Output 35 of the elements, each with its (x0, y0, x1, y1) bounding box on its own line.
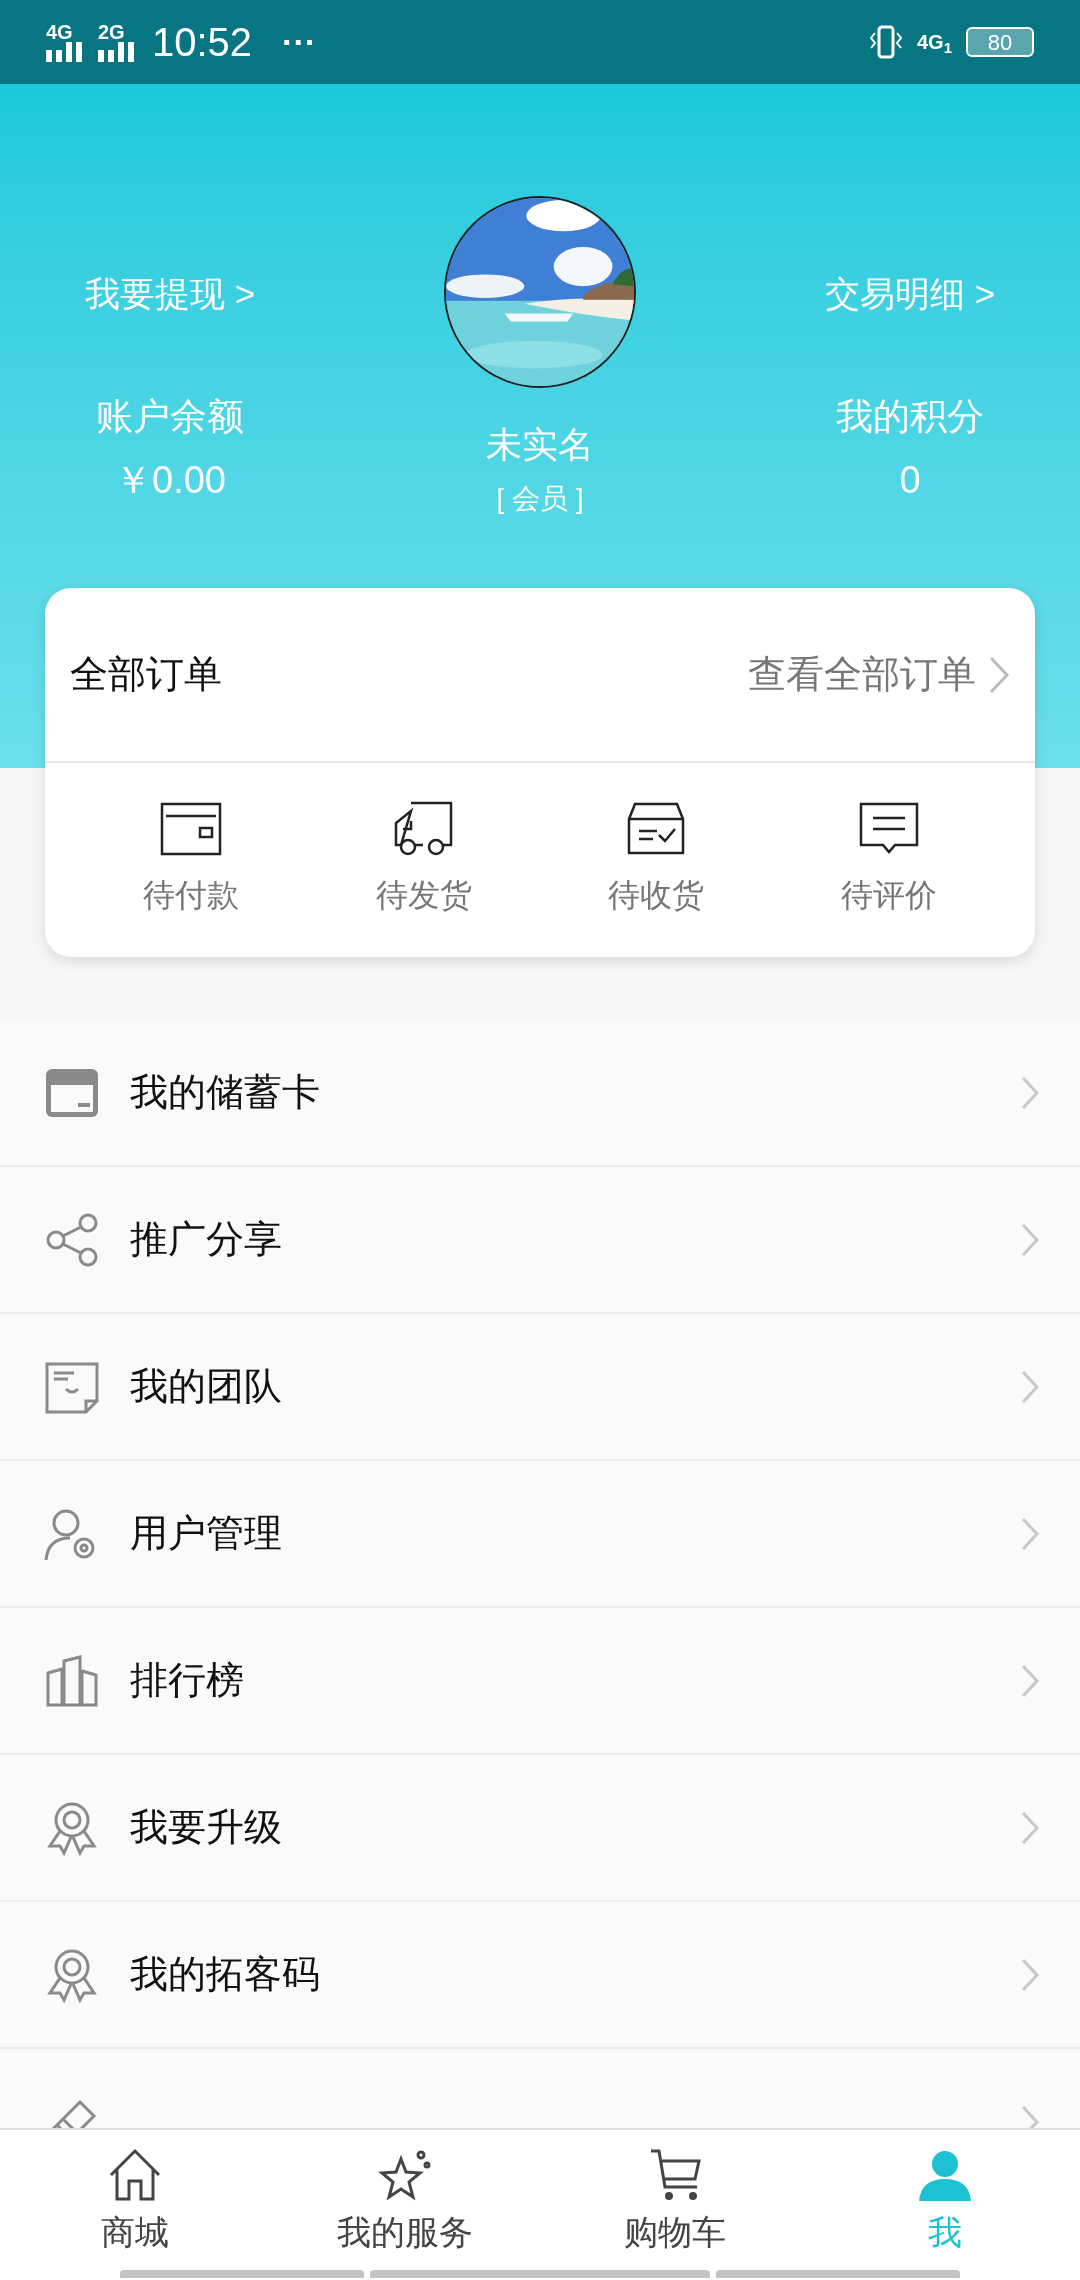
chevron-icon (1020, 1515, 1040, 1552)
battery: 80 (966, 27, 1034, 57)
podium-icon (44, 1652, 100, 1709)
chevron-icon (988, 654, 1010, 695)
chevron-icon (1020, 1221, 1040, 1258)
chevron-icon (1020, 1956, 1040, 1993)
order-status-button[interactable]: 待付款 (75, 763, 308, 957)
nav-tab[interactable]: 购物车 (540, 2130, 810, 2270)
clock: 10:52 (152, 19, 253, 66)
nav-tab[interactable]: 商城 (0, 2130, 270, 2270)
balance-label: 账户余额 (96, 394, 244, 439)
user-name: 未实名 (486, 423, 594, 467)
home-icon (107, 2146, 163, 2203)
network-label: 4G (46, 22, 73, 42)
balance-value: ￥0.00 (114, 458, 226, 503)
orders-title: 全部订单 (70, 652, 222, 697)
points-value: 0 (899, 458, 921, 503)
chevron-icon (1020, 1074, 1040, 1111)
truck-icon (392, 801, 455, 857)
vibrate-icon (868, 25, 903, 59)
view-all-orders-link[interactable]: 查看全部订单 (748, 646, 1010, 703)
network-label: 4G$_{1}$ (916, 30, 952, 57)
member-tag: [ 会员 ] (496, 478, 584, 520)
wallet-icon (160, 801, 223, 857)
nav-tab[interactable]: 我的服务 (270, 2130, 540, 2270)
order-status-button[interactable]: 待评价 (772, 763, 1005, 957)
more-indicator: ··· (282, 21, 317, 63)
network-label: 2G (98, 22, 125, 42)
chevron-icon (1020, 1809, 1040, 1846)
chevron-icon (1020, 1662, 1040, 1699)
share-icon (44, 1211, 100, 1268)
points-label: 我的积分 (836, 394, 984, 439)
order-status-button[interactable]: 待收货 (540, 763, 773, 957)
order-status-button[interactable]: 待发货 (307, 763, 540, 957)
chevron-icon (1020, 1368, 1040, 1405)
